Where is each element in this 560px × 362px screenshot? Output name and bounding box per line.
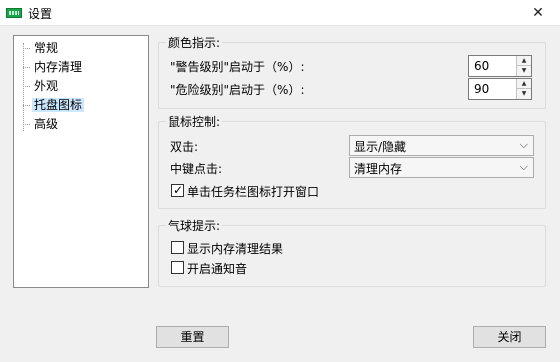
group-title: 鼠标控制:: [166, 113, 223, 130]
spin-up-icon[interactable]: ▲: [517, 79, 531, 89]
spin-up-icon[interactable]: ▲: [517, 56, 531, 66]
group-title: 气球提示:: [166, 217, 223, 234]
checkmark-icon: ✓: [172, 183, 184, 197]
tree-item-label: 内存清理: [34, 60, 83, 74]
select-value: 清理内存: [354, 162, 403, 176]
tree-item-label: 常规: [34, 41, 59, 55]
select-value: 显示/隐藏: [354, 140, 407, 154]
danger-level-spinner[interactable]: 90 ▲ ▼: [468, 78, 532, 100]
reset-button[interactable]: 重置: [156, 326, 229, 348]
tree-item-advanced[interactable]: 高级: [20, 115, 104, 133]
middle-click-label: 中键点击:: [170, 162, 223, 176]
spin-down-icon[interactable]: ▼: [517, 66, 531, 76]
spin-down-icon[interactable]: ▼: [517, 89, 531, 99]
warning-level-label: "警告级别"启动于（%）:: [170, 60, 305, 74]
close-window-icon[interactable]: ✕: [516, 0, 560, 26]
checkbox-label: 显示内存清理结果: [187, 242, 284, 256]
tree-item-appearance[interactable]: 外观: [20, 77, 104, 95]
tree-item-memory-clean[interactable]: 内存清理: [20, 58, 104, 76]
tree-item-general[interactable]: 常规: [20, 39, 104, 57]
tree-item-label: 高级: [34, 117, 59, 131]
group-title: 颜色指示:: [166, 34, 223, 51]
mouse-control-group: 鼠标控制: 双击: 显示/隐藏 ⌵ 中键点击: 清理内存 ⌵ ✓ 单击任务栏图标…: [158, 113, 546, 209]
color-indicator-group: 颜色指示: "警告级别"启动于（%）: 60 ▲ ▼ "危险级别"启动于（%）:…: [158, 34, 546, 109]
tree-item-tray-icon[interactable]: 托盘图标: [20, 96, 104, 114]
double-click-select[interactable]: 显示/隐藏 ⌵: [349, 135, 534, 156]
checkbox-label: 单击任务栏图标打开窗口: [187, 185, 320, 199]
title-bar: 设置 ✕: [0, 0, 560, 26]
tree-item-label: 外观: [34, 79, 59, 93]
battery-app-icon: [6, 8, 22, 18]
checkbox-label: 开启通知音: [187, 262, 248, 276]
window-title: 设置: [28, 7, 53, 21]
middle-click-select[interactable]: 清理内存 ⌵: [349, 157, 534, 178]
chevron-down-icon: ⌵: [519, 160, 528, 173]
tree-item-label: 托盘图标: [32, 98, 85, 112]
spinner-value: 90: [474, 82, 490, 96]
close-button[interactable]: 关闭: [473, 326, 546, 348]
settings-tree: 常规 内存清理 外观 托盘图标 高级: [13, 35, 149, 288]
warning-level-spinner[interactable]: 60 ▲ ▼: [468, 55, 532, 77]
double-click-label: 双击:: [170, 140, 199, 154]
balloon-tips-group: 气球提示: 显示内存清理结果 开启通知音: [158, 217, 546, 287]
chevron-down-icon: ⌵: [519, 138, 528, 151]
spinner-value: 60: [474, 59, 490, 73]
danger-level-label: "危险级别"启动于（%）:: [170, 83, 305, 97]
